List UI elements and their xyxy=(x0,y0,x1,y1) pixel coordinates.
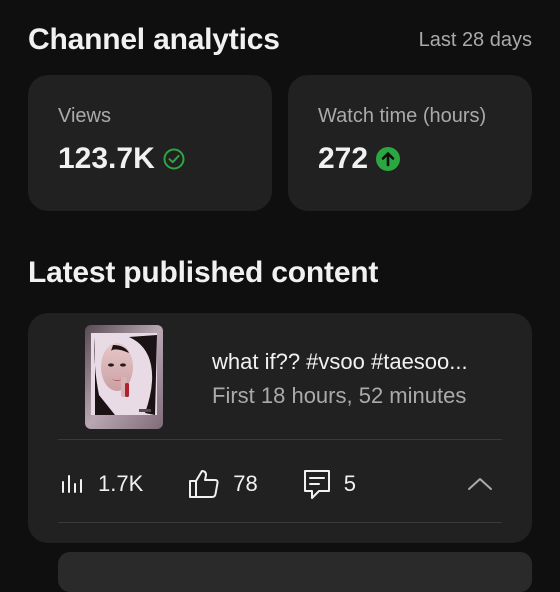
chevron-up-icon[interactable] xyxy=(466,474,494,494)
divider xyxy=(58,522,502,523)
video-title[interactable]: what if?? #vsoo #taesoo... xyxy=(212,349,468,375)
views-card[interactable]: Views 123.7K xyxy=(28,75,272,211)
watch-time-value: 272 xyxy=(318,142,369,175)
arrow-up-circle-icon xyxy=(376,147,401,171)
header: Channel analytics Last 28 days xyxy=(28,18,532,62)
video-stats-row: 1.7K 78 5 xyxy=(58,461,502,507)
date-range-selector[interactable]: Last 28 days xyxy=(419,29,532,52)
views-label: Views xyxy=(58,105,111,127)
watch-time-card[interactable]: Watch time (hours) 272 xyxy=(288,75,532,211)
check-circle-icon xyxy=(163,148,185,170)
views-count: 1.7K xyxy=(98,471,144,496)
video-performance-period: First 18 hours, 52 minutes xyxy=(212,383,467,408)
next-content-card xyxy=(58,552,532,592)
likes-stat[interactable]: 78 xyxy=(187,468,258,500)
watch-time-value-row: 272 xyxy=(318,142,502,176)
comment-icon xyxy=(302,468,332,500)
page-title: Channel analytics xyxy=(28,23,280,56)
watch-time-label: Watch time (hours) xyxy=(318,105,487,127)
views-stat[interactable]: 1.7K xyxy=(58,470,143,498)
bar-chart-icon xyxy=(58,470,86,498)
latest-content-card: what if?? #vsoo #taesoo... First 18 hour… xyxy=(28,313,532,543)
comments-count: 5 xyxy=(343,471,356,496)
summary-cards: Views 123.7K Watch time (hours) 272 xyxy=(28,75,532,211)
section-title-latest-content: Latest published content xyxy=(28,256,379,289)
likes-count: 78 xyxy=(233,471,258,496)
video-thumbnail[interactable] xyxy=(85,325,163,429)
thumbs-up-icon xyxy=(187,468,221,500)
divider xyxy=(58,439,502,440)
comments-stat[interactable]: 5 xyxy=(302,468,356,500)
views-value: 123.7K xyxy=(58,142,155,175)
views-value-row: 123.7K xyxy=(58,142,242,176)
